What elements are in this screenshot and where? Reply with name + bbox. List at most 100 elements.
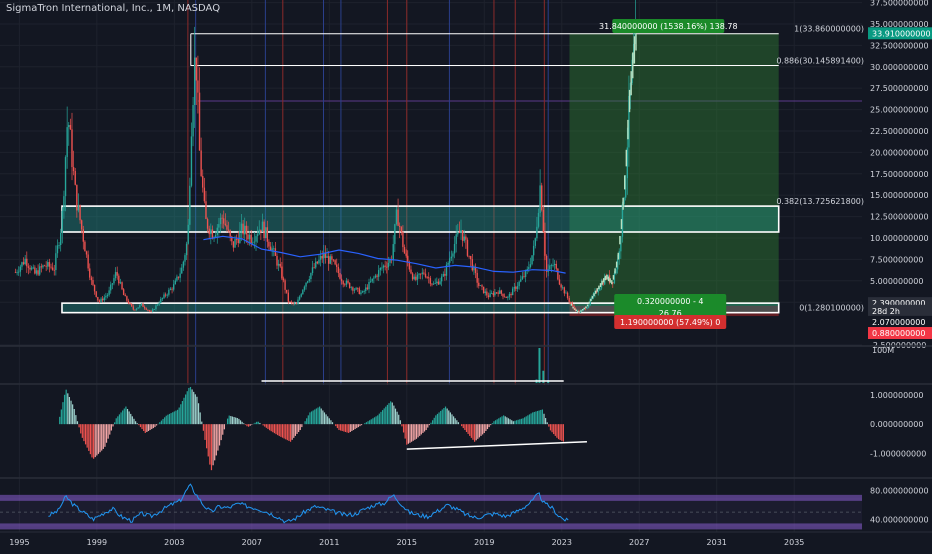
macd-histogram-bar [353,424,354,430]
price-candle [544,232,545,256]
macd-histogram-bar [332,422,333,424]
macd-histogram-bar [280,424,281,437]
macd-histogram-bar [518,420,519,424]
price-candle [175,281,176,285]
price-candle [70,125,71,129]
macd-histogram-bar [411,424,412,442]
macd-histogram-bar [421,424,422,434]
macd-histogram-bar [429,424,430,425]
price-candle [336,264,337,267]
macd-histogram-bar [556,424,557,438]
position-loss-label: 1.190000000 (57.49%) 0 [620,318,720,327]
price-candle [315,262,316,268]
price-candle [393,244,394,260]
macd-histogram-bar [120,412,121,424]
price-candle [518,282,519,286]
macd-histogram-bar [543,414,544,424]
price-candle [97,297,98,300]
macd-histogram-bar [322,410,323,424]
price-candle [464,237,465,241]
macd-histogram-bar [534,412,535,424]
volume-axis-tick: 100M [872,346,894,355]
price-candle [238,239,239,243]
price-candle [139,305,140,307]
macd-histogram-bar [238,419,239,424]
macd-histogram-bar [224,424,225,429]
macd-histogram-bar [153,424,154,428]
macd-histogram-bar [146,424,147,432]
projected-candle [601,281,602,285]
macd-histogram-bar [498,418,499,424]
price-candle [280,264,281,267]
macd-histogram-bar [114,422,115,424]
tradingview-chart[interactable]: 1(33.860000000)0.886(30.145891400)0.382(… [0,0,932,550]
time-axis-tick: 2027 [629,538,649,547]
price-candle [510,294,511,295]
macd-histogram-bar [417,424,418,437]
price-candle [155,305,156,309]
price-candle [470,256,471,259]
projected-candle [579,312,580,313]
price-candle [346,281,347,285]
macd-histogram-bar [150,424,151,430]
price-candle [549,265,550,269]
price-candle [302,290,303,294]
macd-histogram-bar [221,424,222,440]
price-candle [428,277,429,278]
price-axis-tick: 32.500000000 [870,41,929,50]
price-axis-tick: 25.000000000 [870,106,929,115]
price-candle [197,80,198,92]
price-candle [334,260,335,264]
price-candle [254,242,255,243]
projected-candle [595,291,596,294]
price-candle [333,260,334,261]
projected-candle [571,304,572,306]
macd-histogram-bar [390,401,391,424]
price-candle [426,277,427,278]
price-candle [212,229,213,238]
price-candle [133,306,134,309]
macd-histogram-bar [191,389,192,424]
price-candle [515,287,516,289]
price-candle [37,270,38,274]
price-candle [386,267,387,268]
price-candle [415,277,416,280]
macd-histogram-bar [90,424,91,454]
macd-histogram-bar [304,421,305,424]
price-axis-tick: 17.500000000 [870,170,929,179]
price-candle [89,268,90,277]
macd-histogram-bar [119,414,120,424]
price-candle [528,267,529,269]
price-candle [112,283,113,284]
price-candle [176,277,177,281]
price-candle [116,272,117,276]
price-candle [168,290,169,295]
price-candle [301,294,302,296]
fib-level-label: 0.382(13.725621800) [776,197,864,206]
price-candle [504,297,505,298]
price-candle [121,282,122,289]
price-candle [454,244,455,253]
price-axis-tick: 37.500000000 [870,0,929,8]
macd-histogram-bar [482,424,483,434]
price-candle [29,268,30,270]
price-candle [434,283,435,284]
price-candle [63,196,64,211]
macd-histogram-bar [87,424,88,447]
macd-histogram-bar [506,417,507,424]
macd-histogram-bar [198,403,199,424]
price-candle [457,232,458,234]
macd-histogram-bar [440,411,441,424]
price-candle [118,276,119,284]
macd-histogram-bar [250,424,251,426]
rsi-axis-tick: 80.000000000 [870,487,929,496]
projected-candle [616,262,617,268]
price-candle [60,233,61,245]
chart-canvas[interactable]: 1(33.860000000)0.886(30.145891400)0.382(… [0,0,932,550]
macd-histogram-bar [169,414,170,424]
macd-histogram-bar [235,418,236,425]
price-candle [137,307,138,308]
macd-histogram-bar [111,424,112,430]
price-pane[interactable]: 1(33.860000000)0.886(30.145891400)0.382(… [0,0,932,550]
price-candle [525,271,526,277]
